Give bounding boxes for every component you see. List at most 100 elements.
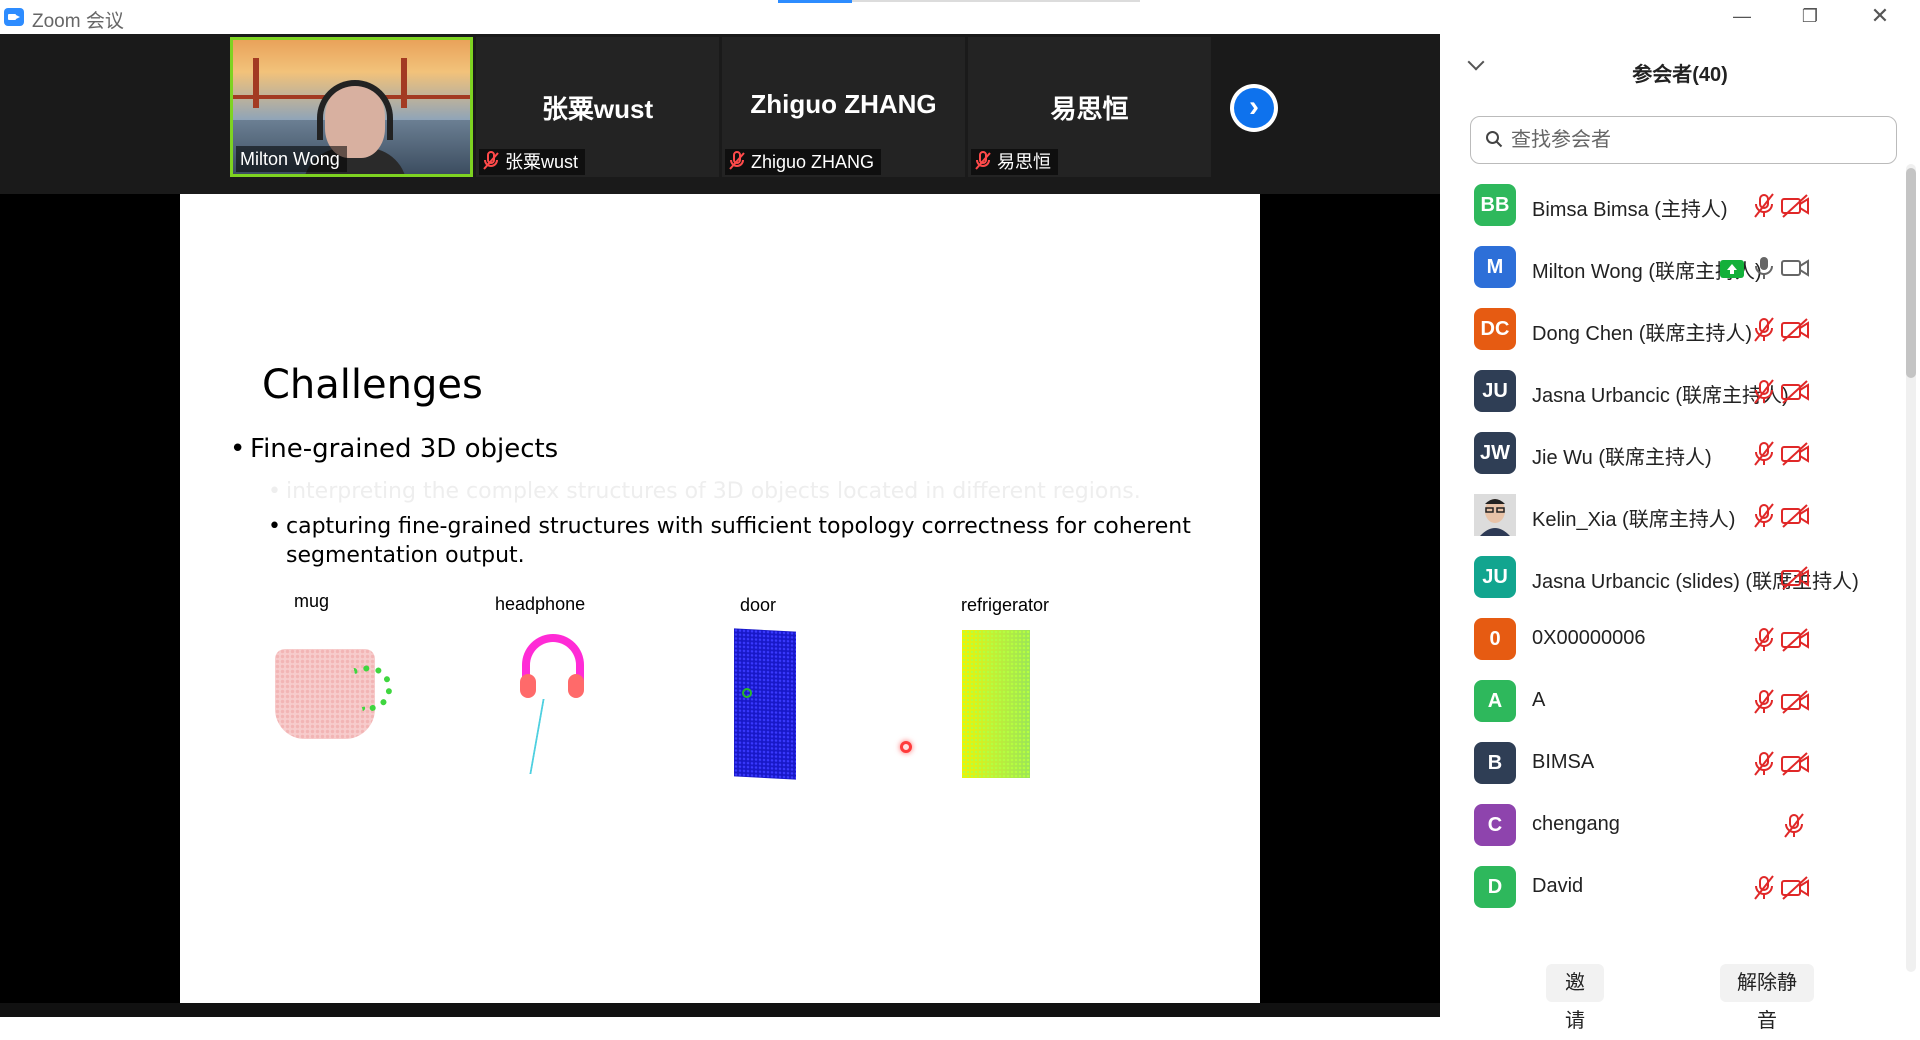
slide-title: Challenges: [262, 362, 483, 408]
mic-muted-icon: [729, 151, 745, 171]
video-tile-label: Zhiguo ZHANG: [725, 149, 882, 175]
avatar: C: [1474, 804, 1516, 846]
search-icon: [1486, 131, 1503, 148]
laser-pointer: [900, 741, 912, 753]
camera-off-icon[interactable]: [1780, 193, 1810, 219]
participant-row[interactable]: AA: [1440, 672, 1898, 734]
mic-icon[interactable]: [1750, 255, 1778, 281]
participant-row[interactable]: D David: [1440, 858, 1898, 920]
mic-muted-icon: [483, 151, 499, 171]
chevron-right-icon: ›: [1249, 90, 1259, 123]
zoom-logo-icon: [4, 8, 24, 26]
object-label-refrigerator: refrigerator: [961, 595, 1050, 615]
participant-name: David: [1532, 875, 1584, 897]
mic-muted-icon[interactable]: [1780, 813, 1810, 839]
camera-off-icon[interactable]: [1780, 317, 1810, 343]
video-tile-label-text: 张粟wust: [505, 152, 579, 172]
object-label-mug: mug: [294, 591, 330, 611]
refrigerator-point-cloud: [962, 630, 1030, 778]
camera-off-icon[interactable]: [1780, 565, 1810, 591]
window-title: Zoom 会议: [32, 11, 124, 32]
mic-muted-icon[interactable]: [1750, 193, 1778, 219]
scrollbar-thumb[interactable]: [1906, 168, 1916, 378]
invite-button[interactable]: 邀请: [1546, 964, 1604, 1032]
video-tile-label: 易思恒: [971, 149, 1058, 175]
video-tile-label-text: Zhiguo ZHANG: [751, 152, 875, 172]
headphone-cable-point-cloud: [529, 699, 573, 774]
bullet-marker: •: [230, 434, 246, 464]
mic-muted-icon[interactable]: [1750, 875, 1778, 901]
participant-row[interactable]: BB Bimsa Bimsa (主持人): [1440, 176, 1898, 238]
mic-muted-icon[interactable]: [1750, 379, 1778, 405]
object-label-headphone: headphone: [495, 594, 586, 614]
meeting-toolbar-strip: [0, 1003, 1440, 1017]
avatar: D: [1474, 866, 1516, 908]
mic-muted-icon[interactable]: [1750, 627, 1778, 653]
avatar: M: [1474, 246, 1516, 288]
slide-bullet: • Fine-grained 3D objects: [230, 434, 558, 464]
camera-off-icon[interactable]: [1780, 503, 1810, 529]
bullet-marker: •: [268, 514, 281, 539]
camera-off-icon[interactable]: [1780, 441, 1810, 467]
view-tab-track: [852, 0, 1140, 2]
participant-name: Bimsa Bimsa (主持人): [1532, 199, 1728, 221]
bridge-tower: [401, 58, 407, 108]
participant-row[interactable]: B BIMSA: [1440, 734, 1898, 796]
camera-off-icon[interactable]: [1780, 627, 1810, 653]
unmute-all-button[interactable]: 解除静音: [1720, 964, 1814, 1032]
slide-bullet-text: interpreting the complex structures of 3…: [286, 479, 1141, 504]
participant-row[interactable]: JU Jasna Urbancic (联席主持人): [1440, 362, 1898, 424]
close-button[interactable]: ✕: [1850, 0, 1910, 34]
participant-row[interactable]: Kelin_Xia (联席主持人): [1440, 486, 1898, 548]
video-tile-name: 张粟wust: [541, 94, 654, 124]
participant-name: 0X00000006: [1532, 627, 1646, 649]
restore-button[interactable]: ❐: [1780, 0, 1840, 34]
camera-off-icon[interactable]: [1780, 379, 1810, 405]
video-tile-active-speaker[interactable]: Milton Wong: [230, 37, 473, 177]
bridge-tower: [253, 58, 259, 108]
participant-row[interactable]: JW Jie Wu (联席主持人): [1440, 424, 1898, 486]
participant-row[interactable]: M Milton Wong (联席主持人): [1440, 238, 1898, 300]
participant-row[interactable]: 0 0X00000006: [1440, 610, 1898, 672]
camera-icon[interactable]: [1780, 255, 1810, 281]
meeting-area: Milton Wong 张粟wust 张粟wust Zhiguo ZHANG Z…: [0, 34, 1440, 1017]
mic-muted-icon: [975, 151, 991, 171]
minimize-button[interactable]: —: [1712, 0, 1772, 34]
mic-muted-icon[interactable]: [1750, 751, 1778, 777]
view-tab-indicator: [778, 0, 852, 3]
video-tile[interactable]: 张粟wust 张粟wust: [476, 37, 719, 177]
next-page-button[interactable]: ›: [1230, 84, 1278, 132]
participant-name: Kelin_Xia (联席主持人): [1532, 509, 1736, 531]
mic-muted-icon[interactable]: [1750, 503, 1778, 529]
participant-row[interactable]: Cchengang: [1440, 796, 1898, 858]
avatar: 0: [1474, 618, 1516, 660]
avatar: A: [1474, 680, 1516, 722]
avatar: [1474, 494, 1516, 536]
avatar: BB: [1474, 184, 1516, 226]
mic-muted-icon[interactable]: [1750, 689, 1778, 715]
participant-name: A: [1532, 689, 1546, 711]
headphone-earcup-point-cloud: [568, 674, 584, 698]
camera-off-icon[interactable]: [1780, 689, 1810, 715]
participants-title: 参会者(40): [1632, 64, 1728, 86]
slide-sub-bullet: • capturing fine-grained structures with…: [268, 512, 1228, 570]
video-tile[interactable]: 易思恒 易思恒: [968, 37, 1211, 177]
camera-off-icon[interactable]: [1780, 751, 1810, 777]
participants-panel: 参会者(40) BB Bimsa Bimsa (主持人) MMilton Wong …: [1440, 34, 1920, 1032]
door-point-cloud: [734, 628, 796, 780]
video-tile-label-text: 易思恒: [997, 152, 1051, 172]
camera-off-icon[interactable]: [1780, 875, 1810, 901]
mic-muted-icon[interactable]: [1750, 441, 1778, 467]
mic-muted-icon[interactable]: [1750, 317, 1778, 343]
avatar: B: [1474, 742, 1516, 784]
avatar: JW: [1474, 432, 1516, 474]
video-tile[interactable]: Zhiguo ZHANG Zhiguo ZHANG: [722, 37, 965, 177]
video-tile-label: Milton Wong: [236, 146, 347, 172]
participant-row[interactable]: JU Jasna Urbancic (slides) (联席主持人): [1440, 548, 1898, 610]
object-label-door: door: [740, 595, 777, 615]
avatar: DC: [1474, 308, 1516, 350]
participant-row[interactable]: DC Dong Chen (联席主持人): [1440, 300, 1898, 362]
video-tile-name: Zhiguo ZHANG: [750, 89, 937, 119]
participant-search-box[interactable]: [1470, 116, 1897, 164]
search-input[interactable]: [1511, 123, 1881, 157]
